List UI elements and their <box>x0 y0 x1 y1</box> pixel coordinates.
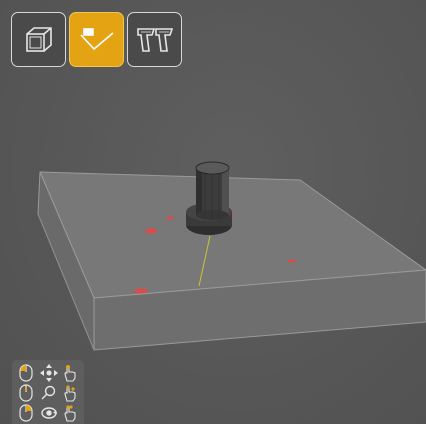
two-finger-drag-hand-icon <box>62 404 78 422</box>
support-tool-button[interactable] <box>127 12 182 67</box>
pinch-hand-icon <box>62 384 78 402</box>
support-pillars-icon <box>136 27 173 52</box>
view-toolbar <box>11 12 182 67</box>
scroll-mouse-icon <box>18 384 34 402</box>
select-check-icon <box>79 27 114 50</box>
legend-row-move <box>18 364 78 382</box>
right-click-mouse-icon <box>18 404 34 422</box>
move-arrows-icon <box>40 364 58 382</box>
cube-outline-icon <box>25 26 52 52</box>
one-finger-drag-hand-icon <box>62 364 78 382</box>
view-3d-button[interactable] <box>11 12 66 67</box>
3d-viewport[interactable] <box>0 0 426 424</box>
zoom-magnifier-icon <box>40 384 56 400</box>
left-click-mouse-icon <box>18 364 34 382</box>
rotate-orbit-icon <box>40 404 57 420</box>
mouse-controls-legend <box>12 360 84 424</box>
legend-row-rotate <box>18 404 78 422</box>
legend-row-zoom <box>18 384 78 402</box>
select-tool-button[interactable] <box>69 12 124 67</box>
